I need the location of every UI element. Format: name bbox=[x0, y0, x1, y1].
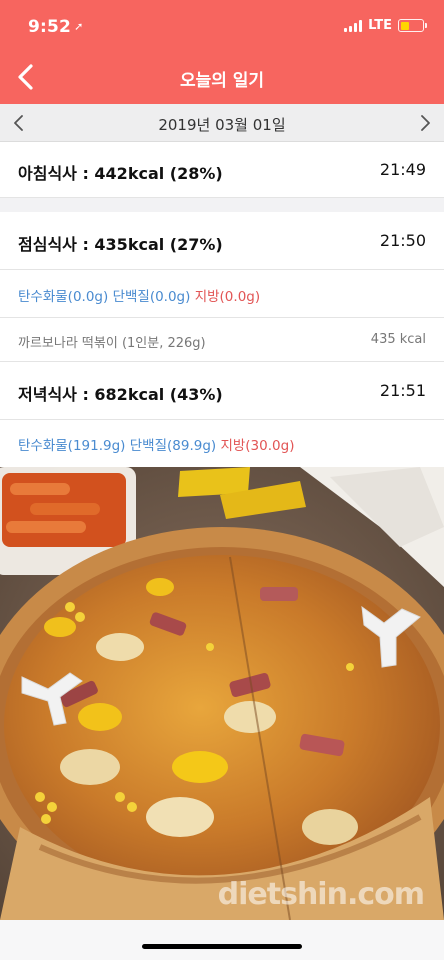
food-kcal: 435 kcal bbox=[370, 332, 426, 347]
dinner-nutrients: 탄수화물(191.9g) 단백질(89.9g) 지방(30.0g) bbox=[18, 434, 294, 454]
battery-icon bbox=[398, 19, 427, 32]
dinner-time: 21:51 bbox=[379, 381, 426, 400]
meal-photo[interactable]: dietshin.com bbox=[0, 467, 444, 920]
dinner-row[interactable]: 저녁식사 : 682kcal (43%) 21:51 bbox=[0, 362, 444, 420]
next-date-button[interactable] bbox=[414, 112, 436, 134]
signal-icon bbox=[344, 19, 363, 32]
lunch-nutrients-row: 탄수화물(0.0g) 단백질(0.0g) 지방(0.0g) bbox=[0, 270, 444, 318]
chevron-right-icon bbox=[421, 115, 430, 131]
location-icon: ➚ bbox=[74, 20, 84, 33]
status-time: 9:52 ➚ bbox=[28, 17, 84, 37]
lunch-row[interactable]: 점심식사 : 435kcal (27%) 21:50 bbox=[0, 212, 444, 270]
dinner-carb: 탄수화물(191.9g) bbox=[18, 438, 126, 454]
food-name: 까르보나라 떡볶이 (1인분, 226g) bbox=[18, 336, 206, 351]
lunch-fat: 지방(0.0g) bbox=[194, 289, 261, 305]
battery-level bbox=[400, 21, 409, 30]
breakfast-time: 21:49 bbox=[379, 160, 426, 179]
status-time-text: 9:52 bbox=[28, 17, 72, 37]
dinner-label: 저녁식사 : 682kcal (43%) bbox=[18, 385, 223, 404]
current-date[interactable]: 2019년 03월 01일 bbox=[0, 114, 444, 135]
home-indicator[interactable] bbox=[142, 944, 302, 949]
date-selector: 2019년 03월 01일 bbox=[0, 104, 444, 142]
home-indicator-area bbox=[0, 920, 444, 960]
breakfast-row[interactable]: 아침식사 : 442kcal (28%) 21:49 bbox=[0, 142, 444, 198]
watermark: dietshin.com bbox=[217, 877, 425, 912]
dinner-protein: 단백질(89.9g) bbox=[129, 438, 217, 454]
lunch-time: 21:50 bbox=[379, 231, 426, 250]
pizza-photo-illustration bbox=[0, 467, 444, 920]
app-header: 9:52 ➚ LTE 오늘의 일기 bbox=[0, 0, 444, 104]
dinner-fat: 지방(30.0g) bbox=[220, 438, 295, 454]
lunch-label: 점심식사 : 435kcal (27%) bbox=[18, 235, 223, 254]
lunch-nutrients: 탄수화물(0.0g) 단백질(0.0g) 지방(0.0g) bbox=[18, 285, 260, 305]
dinner-nutrients-row: 탄수화물(191.9g) 단백질(89.9g) 지방(30.0g) bbox=[0, 420, 444, 467]
network-type: LTE bbox=[368, 18, 392, 33]
breakfast-label: 아침식사 : 442kcal (28%) bbox=[18, 164, 223, 183]
status-indicators: LTE bbox=[344, 18, 427, 33]
lunch-food-item[interactable]: 까르보나라 떡볶이 (1인분, 226g) 435 kcal bbox=[0, 318, 444, 362]
section-divider bbox=[0, 198, 444, 212]
lunch-protein: 단백질(0.0g) bbox=[112, 289, 191, 305]
page-title: 오늘의 일기 bbox=[179, 71, 265, 91]
lunch-carb: 탄수화물(0.0g) bbox=[18, 289, 109, 305]
